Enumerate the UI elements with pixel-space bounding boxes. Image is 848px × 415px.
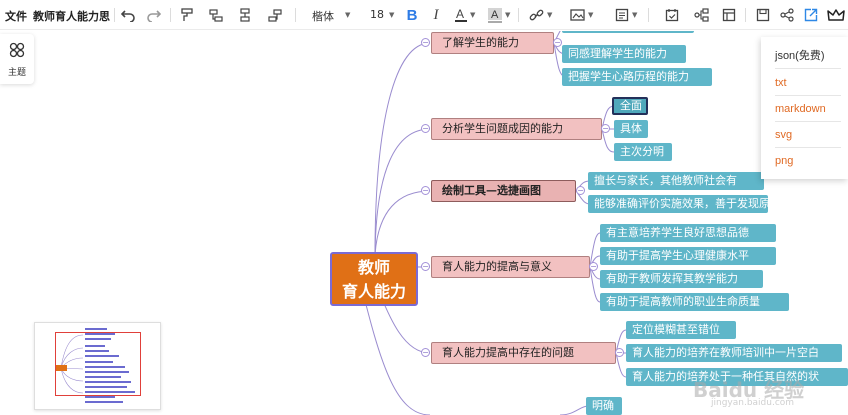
subtopic[interactable] [562, 31, 694, 33]
theme-label: 主题 [7, 68, 26, 78]
export-icon[interactable] [802, 6, 820, 24]
root-topic-line: 育人能力 [341, 282, 406, 301]
root-topic[interactable]: 教师 育人能力 [330, 252, 418, 306]
chevron-down-icon[interactable]: ▼ [470, 11, 475, 19]
toolbar-divider [648, 8, 649, 22]
collapse-toggle-icon[interactable]: − [589, 262, 598, 271]
export-markdown-option[interactable]: markdown [775, 96, 841, 122]
subtopic[interactable]: 把握学生心路历程的能力 [562, 68, 712, 86]
insert-child-icon[interactable] [207, 6, 225, 24]
document-title[interactable]: 教师育人能力思 [33, 8, 110, 24]
export-svg-option[interactable]: svg [775, 122, 841, 148]
watermark-url: jingyan.baidu.com [711, 398, 795, 408]
minimap[interactable] [34, 322, 161, 410]
subtopic[interactable]: 能够准确评价实施效果，善于发现原定教育方 [588, 195, 768, 213]
toolbar-divider [518, 8, 519, 22]
share-icon[interactable] [778, 6, 796, 24]
toolbar-divider [745, 8, 746, 22]
bold-icon[interactable]: B [403, 6, 421, 24]
export-png-option[interactable]: png [775, 148, 841, 174]
italic-icon[interactable]: I [427, 6, 445, 24]
subtopic[interactable]: 定位模糊甚至错位 [626, 321, 736, 339]
toolbar: 文件 教师育人能力思 楷体 ▼ 18 ▼ B I A ▼ A ▼ ▼ ▼ ▼ [0, 0, 848, 30]
collapse-toggle-icon[interactable]: − [421, 124, 430, 133]
connector-line [589, 266, 601, 303]
link-icon[interactable] [527, 6, 545, 24]
redo-icon[interactable] [145, 6, 163, 24]
branch-topic[interactable]: 育人能力的提高与意义 [431, 256, 590, 278]
crown-icon[interactable] [827, 6, 845, 24]
branch-topic[interactable]: 了解学生的能力 [431, 32, 554, 54]
collapse-toggle-icon[interactable]: − [601, 124, 610, 133]
collapse-toggle-icon[interactable]: − [421, 262, 430, 271]
chevron-down-icon[interactable]: ▼ [389, 11, 394, 19]
insert-parent-icon[interactable] [266, 6, 284, 24]
undo-icon[interactable] [119, 6, 137, 24]
branch-topic[interactable]: 育人能力提高中存在的问题 [431, 342, 616, 364]
subtopic[interactable]: 擅长与家长，其他教师社会有 [588, 172, 764, 190]
subtopic[interactable]: 主次分明 [614, 143, 672, 161]
summary-icon[interactable] [692, 6, 710, 24]
root-topic-line: 教师 [357, 258, 390, 277]
toolbar-divider [295, 8, 296, 22]
svg-text:A: A [456, 7, 464, 21]
watermark: Baidu 经验 jingyan.baidu.com [693, 374, 804, 408]
collapse-toggle-icon[interactable]: − [421, 348, 430, 357]
svg-text:A: A [491, 9, 499, 21]
subtopic[interactable]: 有助于提高学生心理健康水平 [600, 247, 776, 265]
export-menu: json(免费) txt markdown svg png [761, 37, 848, 179]
subtopic[interactable]: 具体 [614, 120, 648, 138]
font-color-icon[interactable]: A [452, 6, 470, 24]
font-size-select[interactable]: 18 [370, 8, 384, 21]
subtopic[interactable]: 有助于提高教师的职业生命质量 [600, 293, 789, 311]
chevron-down-icon[interactable]: ▼ [632, 11, 637, 19]
highlight-icon[interactable]: A [486, 6, 504, 24]
collapse-toggle-icon[interactable]: − [421, 186, 430, 195]
connector-line [374, 190, 431, 256]
toolbar-divider [114, 8, 115, 22]
file-menu[interactable]: 文件 [5, 8, 27, 24]
chevron-down-icon[interactable]: ▼ [345, 11, 350, 19]
chevron-down-icon[interactable]: ▼ [505, 11, 510, 19]
collapse-toggle-icon[interactable]: − [615, 348, 624, 357]
minimap-viewport[interactable] [55, 332, 141, 396]
save-icon[interactable] [754, 6, 772, 24]
chevron-down-icon[interactable]: ▼ [588, 11, 593, 19]
collapse-toggle-icon[interactable]: − [421, 38, 430, 47]
insert-sibling-icon[interactable] [236, 6, 254, 24]
layout-icon[interactable] [720, 6, 738, 24]
toolbar-divider [170, 8, 171, 22]
format-painter-icon[interactable] [178, 6, 196, 24]
branch-topic[interactable]: 分析学生问题成因的能力 [431, 118, 602, 140]
connector-line [559, 405, 589, 415]
subtopic[interactable]: 同感理解学生的能力 [562, 45, 686, 63]
subtopic-selected[interactable]: 全面 [612, 97, 648, 115]
theme-panel[interactable]: 主题 [0, 34, 34, 84]
collapse-toggle-icon[interactable]: − [553, 38, 562, 47]
export-json-option[interactable]: json(免费) [775, 43, 841, 69]
export-txt-option[interactable]: txt [775, 70, 841, 96]
collapse-toggle-icon[interactable]: − [576, 186, 585, 195]
subtopic[interactable]: 有助于教师发挥其教学能力 [600, 270, 763, 288]
note-icon[interactable] [613, 6, 631, 24]
subtopic[interactable]: 育人能力的培养在教师培训中一片空白 [626, 344, 842, 362]
image-icon[interactable] [568, 6, 586, 24]
subtopic[interactable]: 有主意培养学生良好思想品德 [600, 224, 776, 242]
calendar-icon[interactable] [663, 6, 681, 24]
font-family-select[interactable]: 楷体 [312, 8, 334, 24]
connector-line [374, 42, 431, 256]
theme-icon[interactable] [9, 42, 25, 62]
subtopic[interactable]: 明确 [586, 397, 622, 415]
chevron-down-icon[interactable]: ▼ [547, 11, 552, 19]
branch-topic[interactable]: 绘制工具—选捷画图 [431, 180, 576, 202]
